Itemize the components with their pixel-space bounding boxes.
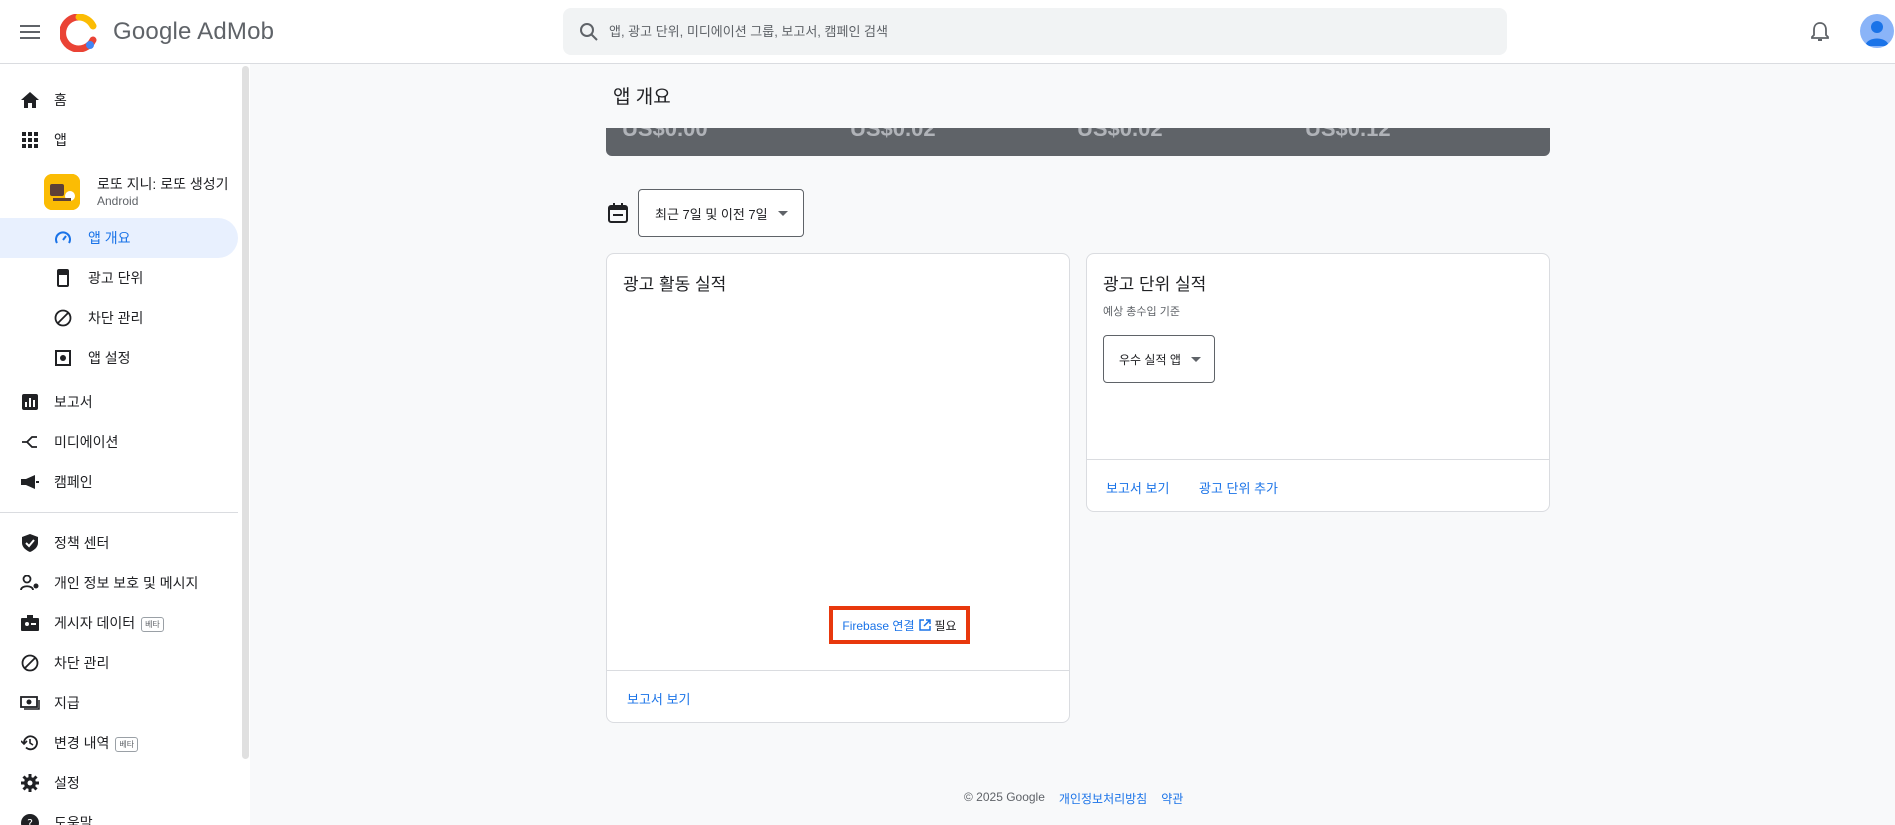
person-settings-icon <box>19 572 41 594</box>
sidebar-item-privacy-messaging[interactable]: 개인 정보 보호 및 메시지 <box>0 563 238 603</box>
account-avatar[interactable] <box>1860 14 1894 48</box>
external-link-icon[interactable] <box>918 619 931 631</box>
block-icon <box>52 307 74 329</box>
shield-check-icon <box>19 532 41 554</box>
card-title: 광고 활동 실적 <box>623 275 727 294</box>
terms-link[interactable]: 약관 <box>1161 790 1183 807</box>
reports-icon <box>19 391 41 413</box>
search-bar[interactable] <box>563 8 1507 55</box>
top-apps-dropdown[interactable]: 우수 실적 앱 <box>1103 335 1215 383</box>
page-title: 앱 개요 <box>613 87 671 108</box>
sidebar-item-change-history[interactable]: 변경 내역 베타 <box>0 723 238 763</box>
sidebar-item-home[interactable]: 홈 <box>0 80 238 120</box>
add-ad-unit-link[interactable]: 광고 단위 추가 <box>1199 478 1278 497</box>
card-subtitle: 예상 총수입 기준 <box>1103 306 1180 318</box>
caret-down-icon <box>777 210 788 216</box>
view-report-link[interactable]: 보고서 보기 <box>1106 478 1169 497</box>
admob-logo-icon <box>59 13 98 53</box>
help-icon: ? <box>19 812 41 825</box>
menu-icon[interactable] <box>14 16 46 48</box>
ad-unit-icon <box>52 267 74 289</box>
apps-grid-icon <box>19 129 41 151</box>
card-footer: 보고서 보기 광고 단위 추가 <box>1087 459 1549 513</box>
search-icon <box>577 20 601 44</box>
sidebar-item-app-settings[interactable]: 앱 설정 <box>0 338 238 378</box>
stat-value: US$0.12 <box>1305 128 1391 141</box>
card-footer: 보고서 보기 <box>607 670 1069 724</box>
sidebar-item-campaigns[interactable]: 캠페인 <box>0 462 238 502</box>
caret-down-icon <box>1190 356 1201 362</box>
sidebar-item-help[interactable]: ? 도움말 <box>0 803 238 825</box>
gauge-icon <box>52 227 74 249</box>
sidebar-item-reports[interactable]: 보고서 <box>0 382 238 422</box>
block-icon <box>19 652 41 674</box>
privacy-policy-link[interactable]: 개인정보처리방침 <box>1059 790 1147 807</box>
firebase-link-callout: Firebase 연결 필요 <box>829 606 970 644</box>
svg-text:?: ? <box>27 817 33 825</box>
beta-badge: 베타 <box>115 736 139 752</box>
sidebar-item-app-overview[interactable]: 앱 개요 <box>0 218 238 258</box>
history-icon <box>19 732 41 754</box>
search-input[interactable] <box>609 24 1489 39</box>
payments-icon <box>19 692 41 714</box>
firebase-connect-link[interactable]: Firebase 연결 <box>842 617 914 634</box>
sidebar-item-mediation[interactable]: 미디에이션 <box>0 422 238 462</box>
ad-activity-card: 광고 활동 실적 Firebase 연결 필요 보고서 보기 <box>606 253 1070 723</box>
gear-icon <box>19 772 41 794</box>
card-title: 광고 단위 실적 <box>1103 275 1207 294</box>
sidebar-item-blocking[interactable]: 차단 관리 <box>0 298 238 338</box>
id-badge-icon <box>19 612 41 634</box>
sidebar-item-apps[interactable]: 앱 <box>0 120 238 160</box>
sidebar-item-settings[interactable]: 설정 <box>0 763 238 803</box>
beta-badge: 베타 <box>141 616 164 632</box>
home-icon <box>19 89 41 111</box>
view-report-link[interactable]: 보고서 보기 <box>627 689 690 708</box>
sidebar-item-publisher-data[interactable]: 게시자 데이터 베타 <box>0 603 238 643</box>
stat-value: US$0.02 <box>850 128 936 141</box>
top-bar: Google AdMob <box>0 0 1895 64</box>
sidebar-item-blocking-controls[interactable]: 차단 관리 <box>0 643 238 683</box>
app-icon <box>44 174 80 210</box>
copyright: © 2025 Google <box>964 790 1045 804</box>
stats-summary-strip: US$0.00 US$0.02 US$0.02 US$0.12 <box>606 128 1550 156</box>
mediation-icon <box>19 431 41 453</box>
calendar-icon <box>606 201 630 225</box>
stat-value: US$0.00 <box>622 128 708 141</box>
ad-unit-performance-card: 광고 단위 실적 예상 총수입 기준 우수 실적 앱 보고서 보기 광고 단위 … <box>1086 253 1550 512</box>
selected-app[interactable]: 로또 지니: 로또 생성기 Android <box>44 170 244 214</box>
notifications-bell-icon[interactable] <box>1806 18 1834 46</box>
sidebar-item-policy-center[interactable]: 정책 센터 <box>0 523 238 563</box>
page-footer: © 2025 Google 개인정보처리방침 약관 <box>964 790 1183 807</box>
sidebar: 홈 앱 로또 지니: 로또 생성기 Android 앱 개요 광고 단위 차단 … <box>0 64 250 825</box>
brand-name: Google AdMob <box>113 18 275 45</box>
stat-value: US$0.02 <box>1077 128 1163 141</box>
date-range-dropdown[interactable]: 최근 7일 및 이전 7일 <box>638 189 804 237</box>
sidebar-divider <box>0 512 238 513</box>
sidebar-scrollbar[interactable] <box>242 66 249 759</box>
app-settings-icon <box>52 347 74 369</box>
sidebar-item-ad-units[interactable]: 광고 단위 <box>0 258 238 298</box>
sidebar-item-payments[interactable]: 지급 <box>0 683 238 723</box>
megaphone-icon <box>19 471 41 493</box>
